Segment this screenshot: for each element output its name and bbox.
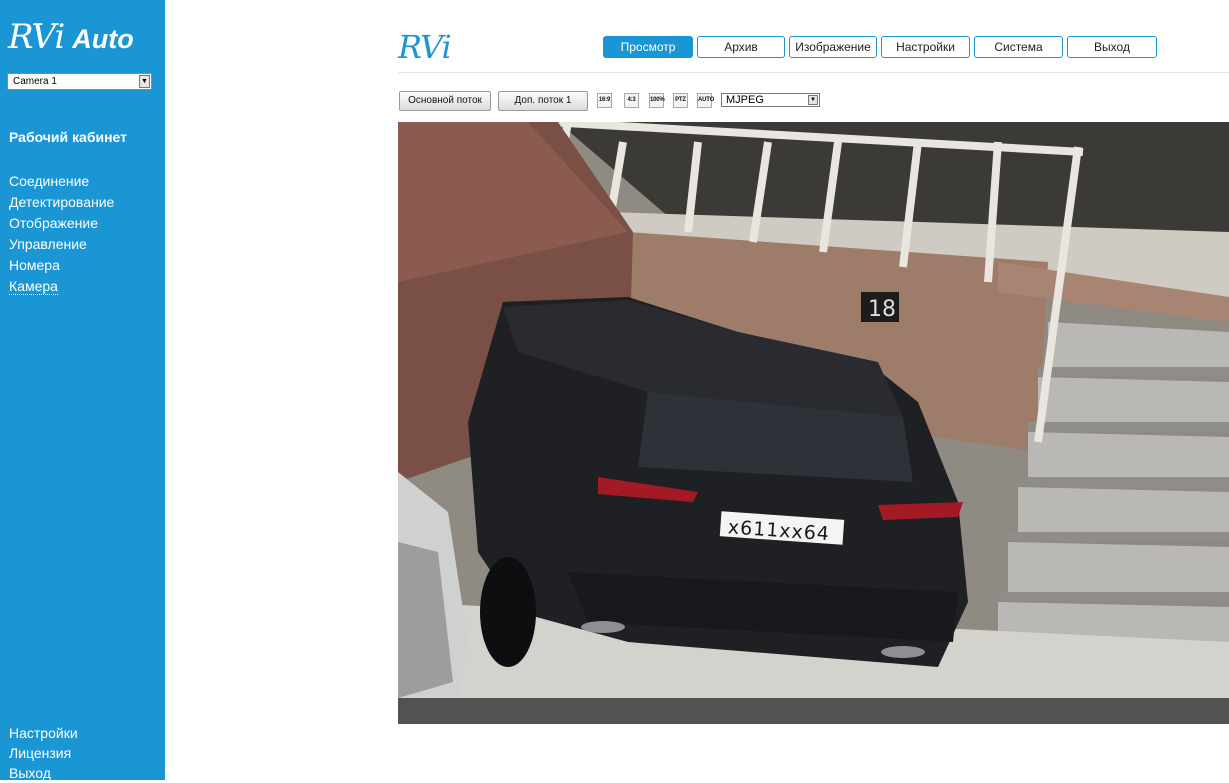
sidebar-item-connection[interactable]: Соединение xyxy=(9,171,114,192)
ptz-icon[interactable]: PTZ xyxy=(673,93,688,108)
sidebar-item-label: Камера xyxy=(9,278,58,295)
tab-settings[interactable]: Настройки xyxy=(881,36,970,58)
svg-text:18: 18 xyxy=(868,297,896,322)
sidebar-bottom-menu: Настройки Лицензия Выход xyxy=(9,723,78,783)
sidebar-item-plates[interactable]: Номера xyxy=(9,255,114,276)
sidebar-menu: Соединение Детектирование Отображение Уп… xyxy=(9,171,114,297)
sidebar-item-label: Отображение xyxy=(9,215,99,231)
camera-feed-image: x611xx64 18 xyxy=(398,122,1229,698)
sidebar-logo-suffix: Auto xyxy=(72,24,134,54)
sidebar-item-camera[interactable]: Камера xyxy=(9,276,114,297)
sidebar-item-label: Номера xyxy=(9,257,60,273)
video-viewport[interactable]: x611xx64 18 xyxy=(398,122,1229,698)
chevron-down-icon[interactable]: ▼ xyxy=(139,75,150,88)
auto-icon[interactable]: AUTO xyxy=(697,93,714,108)
tab-archive[interactable]: Архив xyxy=(697,36,785,58)
ratio-4-3-icon[interactable]: 4:3 xyxy=(624,93,639,108)
sidebar-item-display[interactable]: Отображение xyxy=(9,213,114,234)
sidebar: RVi Auto Camera 1 ▼ Рабочий кабинет Соед… xyxy=(0,0,165,783)
tab-logout[interactable]: Выход xyxy=(1067,36,1157,58)
section-title: Рабочий кабинет xyxy=(9,129,127,145)
header-divider xyxy=(398,72,1229,73)
ratio-16-9-icon[interactable]: 16:9 xyxy=(597,93,612,108)
sidebar-item-logout[interactable]: Выход xyxy=(9,763,78,783)
top-nav: Просмотр Архив Изображение Настройки Сис… xyxy=(603,36,1161,58)
sidebar-item-label: Соединение xyxy=(9,173,90,189)
tab-system[interactable]: Система xyxy=(974,36,1063,58)
sidebar-item-label: Детектирование xyxy=(9,194,115,210)
tab-view[interactable]: Просмотр xyxy=(603,36,693,58)
main-stream-button[interactable]: Основной поток xyxy=(399,91,491,111)
video-status-bar xyxy=(398,698,1229,724)
sidebar-item-control[interactable]: Управление xyxy=(9,234,114,255)
sidebar-item-detection[interactable]: Детектирование xyxy=(9,192,114,213)
sub-stream-button[interactable]: Доп. поток 1 xyxy=(498,91,588,111)
header-logo: RVi xyxy=(398,28,452,66)
chevron-down-icon[interactable]: ▼ xyxy=(808,95,818,105)
codec-select-value: MJPEG xyxy=(726,94,764,106)
camera-select-value: Camera 1 xyxy=(13,76,57,87)
zoom-100-icon[interactable]: 100% xyxy=(649,93,665,108)
tab-image[interactable]: Изображение xyxy=(789,36,877,58)
sidebar-item-license[interactable]: Лицензия xyxy=(9,743,78,763)
camera-select[interactable]: Camera 1 ▼ xyxy=(7,73,152,90)
sidebar-logo-brand: RVi xyxy=(8,17,65,57)
codec-select[interactable]: MJPEG ▼ xyxy=(721,93,820,107)
sidebar-item-label: Управление xyxy=(9,236,87,252)
sidebar-logo: RVi Auto xyxy=(8,14,134,54)
sidebar-item-settings[interactable]: Настройки xyxy=(9,723,78,743)
